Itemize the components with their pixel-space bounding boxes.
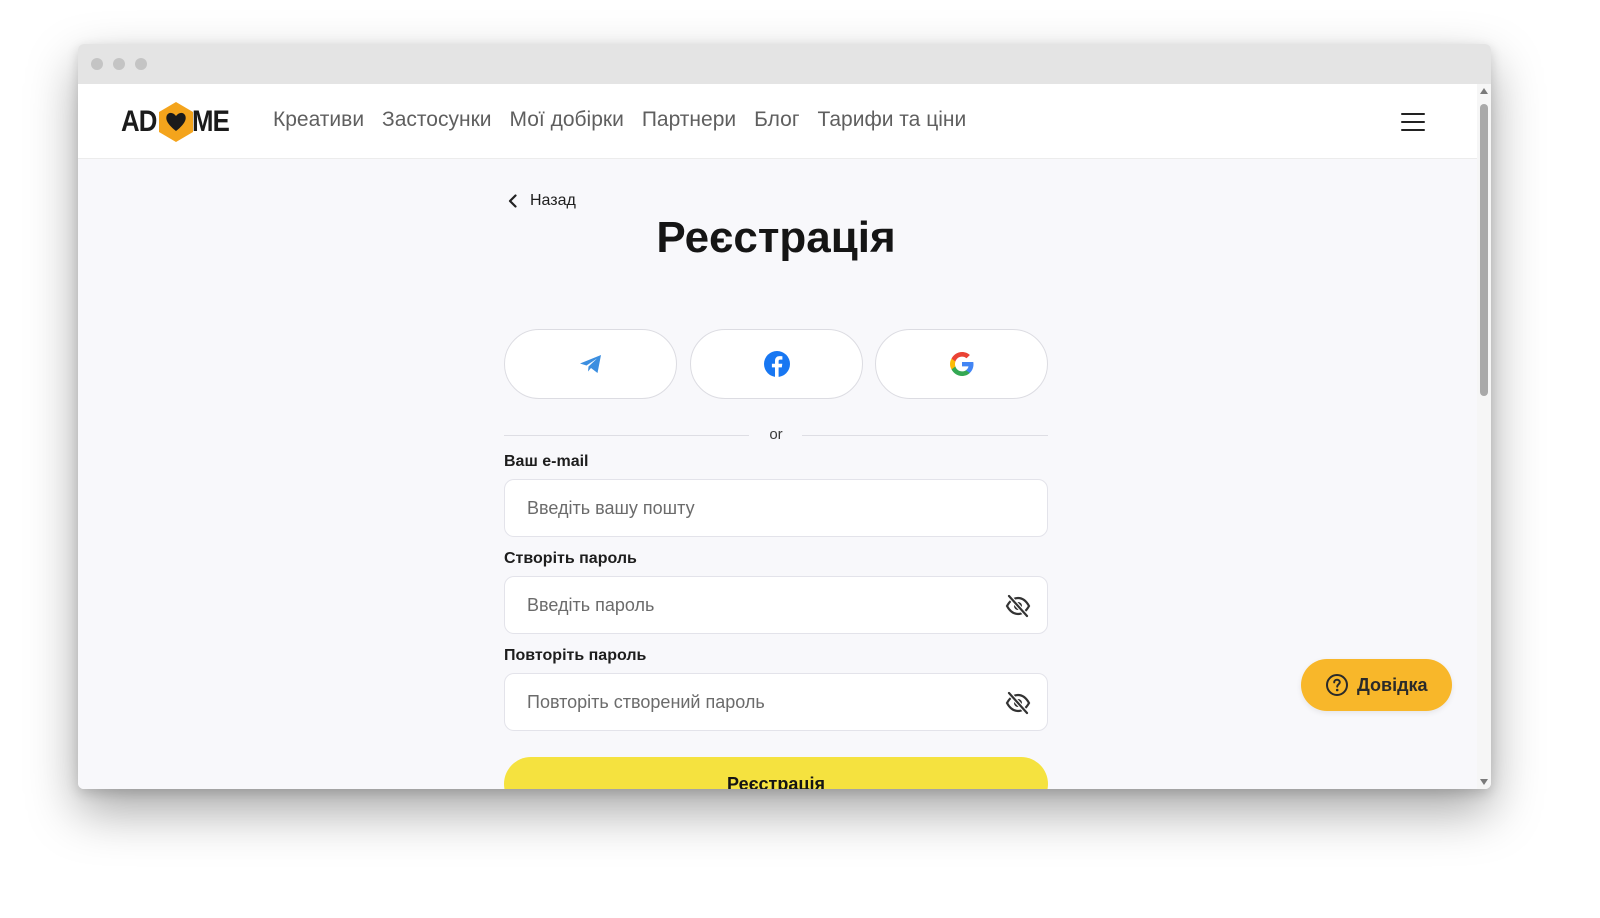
- adme-logo[interactable]: AD ME: [121, 100, 235, 144]
- question-circle-icon: [1326, 674, 1348, 696]
- nav-link-blog[interactable]: Блог: [754, 108, 799, 132]
- hamburger-menu-icon[interactable]: [1399, 111, 1429, 133]
- back-link-label: Назад: [530, 192, 576, 209]
- or-divider: or: [504, 425, 1048, 445]
- facebook-icon: [763, 351, 790, 377]
- repeat-password-input[interactable]: [527, 674, 987, 730]
- scrollbar-thumb[interactable]: [1480, 104, 1488, 396]
- window-titlebar: [78, 44, 1491, 84]
- facebook-login-button[interactable]: [690, 329, 863, 399]
- main-nav: Креативи Застосунки Мої добірки Партнери…: [273, 108, 984, 132]
- email-label: Ваш e-mail: [504, 453, 589, 470]
- telegram-login-button[interactable]: [504, 329, 677, 399]
- eye-off-icon[interactable]: [1005, 690, 1031, 716]
- browser-window: AD ME Креативи Застосунки Мої добірки Па…: [78, 44, 1491, 789]
- nav-link-pricing[interactable]: Тарифи та ціни: [817, 108, 966, 132]
- scroll-up-arrow-icon[interactable]: [1480, 88, 1488, 94]
- nav-link-creatives[interactable]: Креативи: [273, 108, 364, 132]
- eye-off-icon[interactable]: [1005, 593, 1031, 619]
- heart-hexagon-icon: [159, 102, 194, 142]
- maximize-window-dot[interactable]: [135, 58, 147, 70]
- social-login-row: [504, 329, 1048, 401]
- nav-link-partners[interactable]: Партнери: [642, 108, 736, 132]
- password-input[interactable]: [527, 577, 987, 633]
- repeat-password-label: Повторіть пароль: [504, 647, 647, 664]
- top-navbar: AD ME Креативи Застосунки Мої добірки Па…: [78, 84, 1477, 159]
- register-submit-button[interactable]: Реєстрація: [504, 757, 1048, 789]
- minimize-window-dot[interactable]: [113, 58, 125, 70]
- telegram-icon: [579, 355, 601, 373]
- chevron-left-icon: [508, 194, 517, 208]
- google-icon: [949, 352, 973, 376]
- divider-text: or: [769, 426, 783, 443]
- back-link[interactable]: Назад: [506, 192, 576, 210]
- page-title: Реєстрація: [656, 213, 896, 262]
- nav-link-collections[interactable]: Мої добірки: [510, 108, 624, 132]
- scroll-down-arrow-icon[interactable]: [1480, 779, 1488, 785]
- password-field-box: [504, 576, 1048, 634]
- repeat-password-field-box: [504, 673, 1048, 731]
- logo-text-ad: AD: [121, 105, 157, 138]
- password-label: Створіть пароль: [504, 550, 637, 567]
- google-login-button[interactable]: [875, 329, 1048, 399]
- logo-text-me: ME: [192, 105, 230, 138]
- email-input[interactable]: [527, 480, 987, 536]
- vertical-scrollbar[interactable]: [1477, 84, 1491, 789]
- close-window-dot[interactable]: [91, 58, 103, 70]
- page-viewport: AD ME Креативи Застосунки Мої добірки Па…: [78, 84, 1477, 789]
- help-button-label: Довідка: [1357, 674, 1428, 695]
- nav-link-apps[interactable]: Застосунки: [382, 108, 491, 132]
- help-button[interactable]: Довідка: [1301, 659, 1452, 711]
- email-field-box: [504, 479, 1048, 537]
